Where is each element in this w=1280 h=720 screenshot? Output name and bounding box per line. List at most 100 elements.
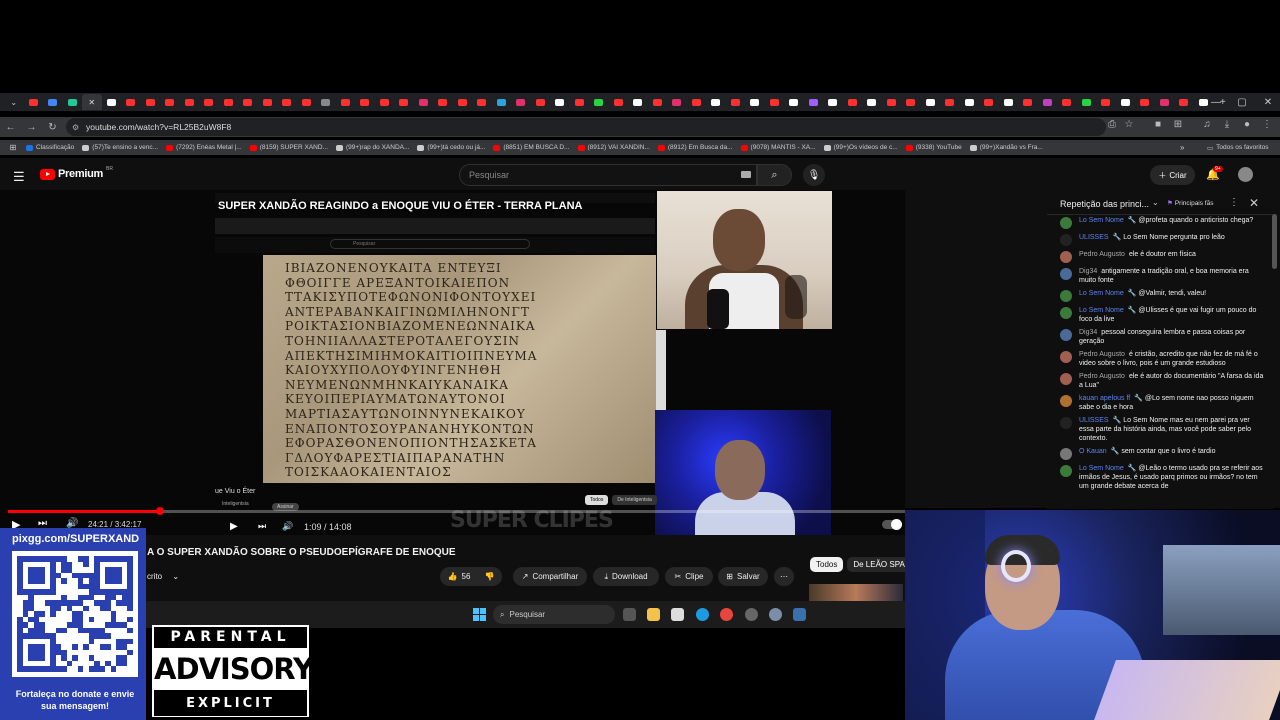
browser-tab[interactable]: [979, 94, 999, 110]
browser-tab[interactable]: [180, 94, 200, 110]
download-icon[interactable]: ⤓: [1219, 119, 1235, 130]
chat-avatar[interactable]: [1060, 290, 1072, 302]
autoplay-toggle[interactable]: [882, 519, 902, 530]
chat-author[interactable]: Pedro Augusto: [1079, 373, 1125, 380]
chat-author[interactable]: ULISSES: [1079, 417, 1109, 424]
browser-tab[interactable]: [882, 94, 902, 110]
browser-tab[interactable]: [823, 94, 843, 110]
clip-button[interactable]: ✂ Clipe: [665, 567, 713, 586]
chat-message[interactable]: Lo Sem Nome 🔧 @Ulisses é que vai fugir um…: [1060, 306, 1265, 324]
chat-message[interactable]: ULISSES 🔧 Lo Sem Nome pergunta pro leão: [1060, 233, 1265, 246]
browser-tab[interactable]: [258, 94, 278, 110]
chat-avatar[interactable]: [1060, 465, 1072, 477]
forward-icon[interactable]: →: [21, 122, 42, 133]
bookmark-item[interactable]: (8912) VAI XANDIN...: [577, 144, 650, 151]
thumbs-up-icon[interactable]: 👍: [448, 572, 458, 581]
extension-icon[interactable]: ■: [1150, 119, 1166, 130]
chat-filter[interactable]: ⚑ Principais fãs: [1167, 199, 1213, 208]
all-bookmarks[interactable]: ▭ Todos os favoritos: [1207, 144, 1269, 152]
chat-avatar[interactable]: [1060, 417, 1072, 429]
browser-tab[interactable]: [667, 94, 687, 110]
chat-avatar[interactable]: [1060, 448, 1072, 460]
browser-tab-active[interactable]: ✕: [82, 94, 102, 110]
browser-tab[interactable]: [1038, 94, 1058, 110]
bookmark-item[interactable]: (8159) SUPER XAND...: [249, 144, 328, 151]
browser-tab[interactable]: [765, 94, 785, 110]
chat-author[interactable]: Lo Sem Nome: [1079, 307, 1124, 314]
chat-avatar[interactable]: [1060, 217, 1072, 229]
browser-tab[interactable]: [102, 94, 122, 110]
browser-tab[interactable]: [219, 94, 239, 110]
search-button[interactable]: ⌕: [757, 164, 792, 186]
browser-tab[interactable]: [336, 94, 356, 110]
browser-tab[interactable]: [1077, 94, 1097, 110]
recommended-thumbnail[interactable]: [809, 584, 903, 602]
browser-tab[interactable]: [901, 94, 921, 110]
close-tab-icon[interactable]: ✕: [88, 98, 95, 107]
browser-tab[interactable]: [1018, 94, 1038, 110]
chat-author[interactable]: Pedro Augusto: [1079, 351, 1125, 358]
chat-title[interactable]: Repetição das princi...: [1060, 199, 1149, 209]
browser-tab[interactable]: [453, 94, 473, 110]
edge-icon[interactable]: [696, 608, 709, 621]
browser-tab[interactable]: [589, 94, 609, 110]
download-button[interactable]: ⤓ Download: [593, 567, 659, 586]
browser-tab[interactable]: [570, 94, 590, 110]
close-icon[interactable]: ✕: [1249, 196, 1259, 210]
chat-message[interactable]: Lo Sem Nome 🔧 @Leão o termo usado pra se …: [1060, 464, 1265, 491]
browser-tab[interactable]: [862, 94, 882, 110]
chat-avatar[interactable]: [1060, 395, 1072, 407]
browser-tab[interactable]: [1135, 94, 1155, 110]
share-button[interactable]: ↗ Compartilhar: [513, 567, 587, 586]
browser-tab[interactable]: [24, 94, 44, 110]
browser-tab[interactable]: [921, 94, 941, 110]
browser-tab[interactable]: [531, 94, 551, 110]
browser-tab[interactable]: [121, 94, 141, 110]
puzzle-icon[interactable]: ⊞: [1170, 119, 1186, 130]
tab-list-dropdown[interactable]: ⌄: [4, 94, 24, 110]
browser-tab[interactable]: [160, 94, 180, 110]
browser-tab[interactable]: [745, 94, 765, 110]
taskbar-search[interactable]: ⌕ Pesquisar: [493, 605, 615, 624]
browser-tab[interactable]: [511, 94, 531, 110]
chat-scrollbar[interactable]: [1272, 214, 1277, 269]
site-info-icon[interactable]: ⚙: [72, 123, 79, 132]
browser-tab[interactable]: [628, 94, 648, 110]
chat-message[interactable]: Pedro Augusto ele é autor do documentário…: [1060, 372, 1265, 390]
browser-tab[interactable]: [355, 94, 375, 110]
chat-message-list[interactable]: Lo Sem Nome 🔧 @profeta quando o anticrist…: [1060, 216, 1265, 508]
file-explorer-icon[interactable]: [647, 608, 660, 621]
browser-tab[interactable]: [472, 94, 492, 110]
like-dislike-group[interactable]: 👍 56 👎: [440, 567, 502, 586]
media-icon[interactable]: ♫: [1199, 119, 1215, 130]
browser-tab[interactable]: [706, 94, 726, 110]
browser-tab[interactable]: [999, 94, 1019, 110]
bookmark-star-icon[interactable]: ☆: [1121, 119, 1137, 130]
chat-avatar[interactable]: [1060, 234, 1072, 246]
chat-author[interactable]: Lo Sem Nome: [1079, 217, 1124, 224]
bookmark-item[interactable]: (99+)Xandão vs Fra...: [969, 144, 1043, 151]
kebab-menu-icon[interactable]: ⋮: [1259, 119, 1275, 130]
browser-tab[interactable]: [1174, 94, 1194, 110]
browser-tab[interactable]: [492, 94, 512, 110]
bookmark-item[interactable]: (9078) MANTIS - XA...: [740, 144, 816, 151]
voice-search-button[interactable]: 🎙: [803, 164, 825, 186]
bookmark-item[interactable]: (9338) YouTube: [905, 144, 962, 151]
browser-tab[interactable]: [238, 94, 258, 110]
apps-grid-icon[interactable]: ⊞: [0, 143, 26, 152]
progress-scrubber[interactable]: [156, 507, 164, 515]
browser-tab[interactable]: [375, 94, 395, 110]
more-actions-button[interactable]: ⋯: [774, 567, 794, 586]
url-field[interactable]: ⚙ youtube.com/watch?v=RL25B2uW8F8: [66, 118, 1106, 136]
minimize-icon[interactable]: —: [1203, 93, 1229, 111]
chat-author[interactable]: Dig34: [1079, 268, 1097, 275]
browser-tab[interactable]: [297, 94, 317, 110]
more-bookmarks-icon[interactable]: »: [1180, 143, 1184, 152]
chat-message[interactable]: Lo Sem Nome 🔧 @profeta quando o anticrist…: [1060, 216, 1265, 229]
bookmark-item[interactable]: (8912) Em Busca da...: [657, 144, 733, 151]
chat-message[interactable]: Dig34 antigamente a tradição oral, e boa …: [1060, 267, 1265, 285]
browser-tab[interactable]: [63, 94, 83, 110]
chat-message[interactable]: ULISSES 🔧 Lo Sem Nome mas eu nem parei pr…: [1060, 416, 1265, 443]
chevron-down-icon[interactable]: ⌄: [1152, 198, 1159, 207]
browser-tab[interactable]: [1057, 94, 1077, 110]
